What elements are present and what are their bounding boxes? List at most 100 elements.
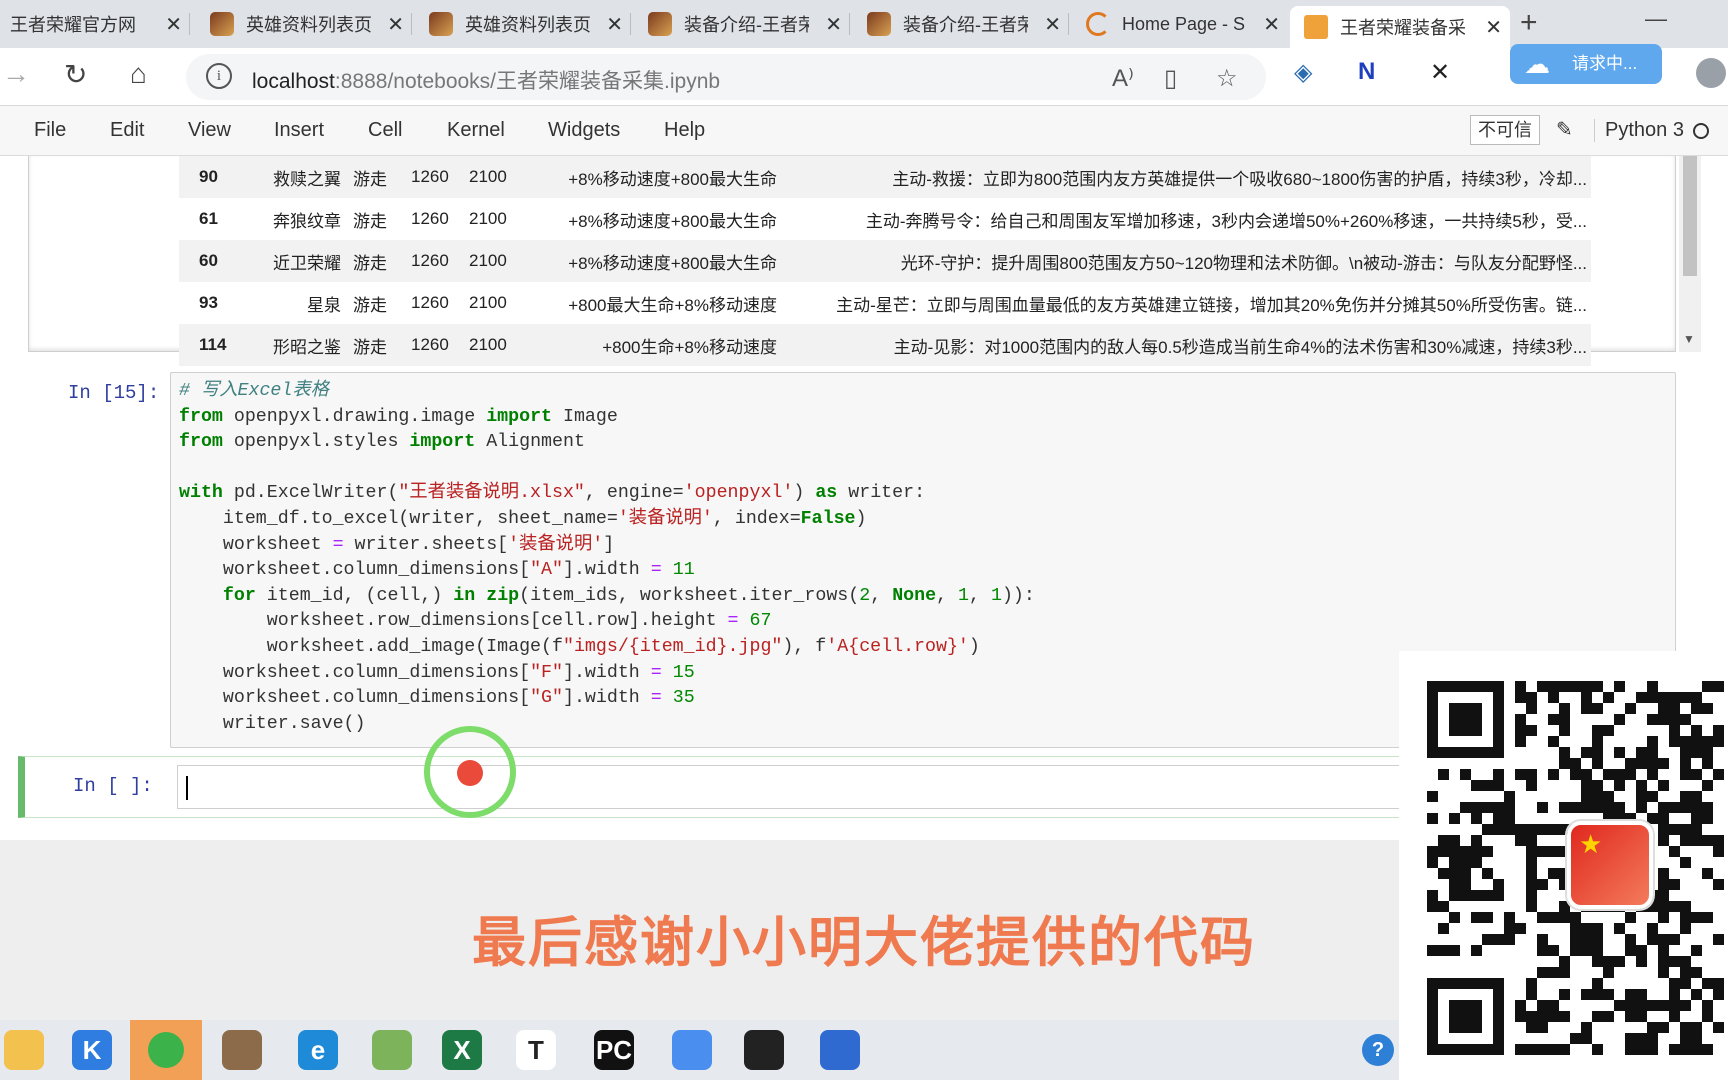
qr-module — [1438, 835, 1449, 846]
table-cell-name: 救赎之翼 — [273, 169, 341, 189]
url-field[interactable]: i localhost:8888/notebooks/王者荣耀装备采集.ipyn… — [186, 54, 1266, 100]
qr-module — [1548, 736, 1559, 747]
read-aloud-icon[interactable]: A⁾ — [1112, 64, 1134, 93]
qr-module — [1504, 824, 1515, 835]
browser-tab[interactable]: 装备介绍-王者荣 ✕ — [634, 4, 850, 44]
table-cell-price: 1260 — [411, 209, 449, 228]
url-text: localhost:8888/notebooks/王者荣耀装备采集.ipynb — [252, 65, 720, 95]
qr-module — [1581, 923, 1592, 934]
not-trusted-button[interactable]: 不可信 — [1470, 115, 1540, 145]
table-cell-price: 1260 — [411, 251, 449, 270]
table-cell-id: 90 — [199, 167, 218, 186]
menu-cell[interactable]: Cell — [368, 119, 402, 142]
tab-title: 王者荣耀官方网 — [10, 15, 135, 35]
qr-module — [1614, 681, 1625, 692]
scroll-down-arrow-icon[interactable]: ▼ — [1683, 332, 1695, 346]
game-icon[interactable] — [222, 1030, 262, 1070]
code-line: writer.save() — [179, 712, 1035, 738]
qr-module — [1515, 1044, 1526, 1055]
table-cell-total: 2100 — [469, 335, 507, 354]
close-tab-icon[interactable]: ✕ — [387, 12, 404, 37]
home-icon[interactable]: ⌂ — [130, 58, 147, 90]
qr-module — [1482, 780, 1493, 791]
menu-widgets[interactable]: Widgets — [548, 119, 620, 142]
new-tab-button[interactable]: + — [1520, 6, 1538, 40]
qr-module — [1669, 725, 1680, 736]
qr-module — [1460, 890, 1471, 901]
qr-module — [1482, 912, 1493, 923]
profile-avatar[interactable] — [1696, 58, 1726, 88]
browser-tab[interactable]: 英雄资料列表页 ✕ — [415, 4, 631, 44]
scrollbar-thumb[interactable] — [1683, 156, 1697, 276]
qr-module — [1526, 835, 1537, 846]
forward-arrow-icon[interactable]: → — [2, 58, 30, 90]
qr-module — [1691, 802, 1702, 813]
browser-tab[interactable]: 装备介绍-王者荣 ✕ — [853, 4, 1069, 44]
qr-module — [1537, 934, 1548, 945]
video-recorder-icon[interactable] — [820, 1030, 860, 1070]
close-tab-icon[interactable]: ✕ — [825, 12, 842, 37]
help-icon[interactable]: ? — [1362, 1034, 1394, 1066]
close-tab-icon[interactable]: ✕ — [606, 12, 623, 37]
baidu-netdisk-icon[interactable] — [672, 1030, 712, 1070]
qr-module — [1504, 791, 1515, 802]
qr-module — [1691, 912, 1702, 923]
close-tab-icon[interactable]: ✕ — [1485, 15, 1502, 40]
pycharm-icon[interactable]: PC — [594, 1030, 634, 1070]
menu-file[interactable]: File — [34, 119, 66, 142]
qr-module — [1449, 868, 1460, 879]
cloud-sync-status[interactable]: 请求中... — [1510, 44, 1662, 84]
qr-module — [1460, 769, 1471, 780]
immersive-reader-icon[interactable]: ▯ — [1164, 64, 1177, 93]
cell-output-area[interactable]: 90 救赎之翼 游走 1260 2100 +8%移动速度+800最大生命 主动-救援：立即为… — [28, 156, 1701, 366]
close-tab-icon[interactable]: ✕ — [1044, 12, 1061, 37]
output-scrollbar[interactable]: ▼ — [1679, 156, 1701, 352]
terminal-icon[interactable] — [744, 1030, 784, 1070]
excel-icon[interactable]: X — [442, 1030, 482, 1070]
close-tab-icon[interactable]: ✕ — [1263, 12, 1280, 37]
qr-module — [1680, 912, 1691, 923]
qr-module — [1537, 681, 1548, 692]
add-favorite-icon[interactable]: ☆ — [1216, 64, 1238, 93]
browser-tab-active[interactable]: 王者荣耀装备采 ✕ — [1290, 6, 1510, 48]
menu-view[interactable]: View — [188, 119, 231, 142]
qr-module — [1658, 890, 1669, 901]
extension-x-icon[interactable]: ✕ — [1430, 58, 1450, 87]
refresh-icon[interactable]: ↻ — [64, 58, 87, 91]
edit-pencil-icon[interactable]: ✎ — [1556, 117, 1573, 142]
browser-tab[interactable]: Home Page - S ✕ — [1072, 4, 1288, 44]
code-token: item_df.to_excel(writer, sheet_name= — [179, 508, 618, 529]
qr-module — [1471, 857, 1482, 868]
close-tab-icon[interactable]: ✕ — [165, 12, 182, 37]
menu-kernel[interactable]: Kernel — [447, 119, 505, 142]
menu-insert[interactable]: Insert — [274, 119, 324, 142]
browser-tab[interactable]: 英雄资料列表页 ✕ — [196, 4, 412, 44]
extension-n-icon[interactable]: N — [1358, 58, 1375, 86]
site-info-icon[interactable]: i — [206, 63, 232, 89]
table-cell-attr: +800生命+8%移动速度 — [602, 337, 777, 357]
hok-favicon-icon — [648, 12, 672, 36]
qr-module — [1592, 989, 1603, 1000]
menu-help[interactable]: Help — [664, 119, 705, 142]
wechat-icon[interactable] — [130, 1020, 202, 1080]
qr-module — [1471, 835, 1482, 846]
browser-tab[interactable]: 王者荣耀官方网 ✕ — [0, 4, 190, 44]
typora-icon[interactable]: T — [516, 1030, 556, 1070]
minimize-window-button[interactable]: — — [1645, 6, 1667, 32]
qr-module — [1691, 736, 1702, 747]
qr-module — [1570, 681, 1581, 692]
qr-module — [1537, 802, 1548, 813]
qr-module — [1647, 1033, 1658, 1044]
notepad-icon[interactable] — [372, 1030, 412, 1070]
code-editor[interactable]: # 写入Excel表格 from openpyxl.drawing.image i… — [179, 379, 1035, 737]
kugou-icon[interactable]: K — [72, 1030, 112, 1070]
qr-module — [1449, 945, 1460, 956]
menu-edit[interactable]: Edit — [110, 119, 144, 142]
kernel-name[interactable]: Python 3 — [1594, 119, 1684, 142]
extension-icon[interactable]: ◈ — [1294, 58, 1312, 87]
qr-module — [1647, 1000, 1658, 1011]
edge-icon[interactable]: e — [298, 1030, 338, 1070]
file-explorer-icon[interactable] — [4, 1030, 44, 1070]
qr-module — [1548, 824, 1559, 835]
qr-module — [1548, 945, 1559, 956]
